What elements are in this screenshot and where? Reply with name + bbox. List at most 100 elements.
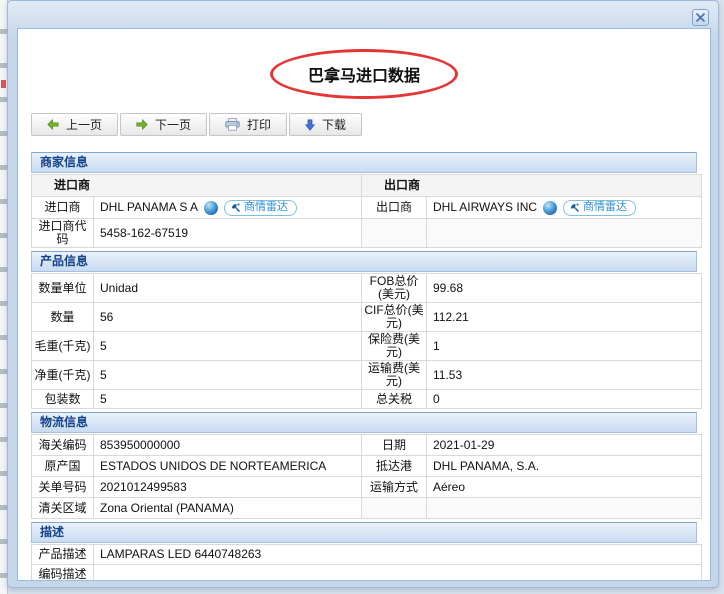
next-page-label: 下一页	[155, 116, 191, 133]
field-label: CIF总价(美元)	[362, 303, 427, 332]
satellite-dish-icon	[569, 202, 580, 213]
field-label: 数量	[32, 303, 94, 332]
field-label: 产品描述	[32, 545, 94, 565]
printer-icon	[225, 118, 240, 131]
print-button[interactable]: 打印	[209, 113, 287, 136]
table-row: 数量56CIF总价(美元)112.21	[32, 303, 702, 332]
field-value: 56	[94, 303, 362, 332]
blue-arrow-down-icon	[305, 119, 315, 131]
field-label: 抵达港	[362, 456, 427, 477]
field-value: Aéreo	[427, 477, 702, 498]
table-row: 编码描述	[32, 565, 702, 582]
download-button[interactable]: 下载	[289, 113, 362, 136]
table-row: 清关区域Zona Oriental (PANAMA)	[32, 498, 702, 519]
section-title: 描述	[31, 522, 697, 543]
field-label: 数量单位	[32, 274, 94, 303]
field-label: 总关税	[362, 390, 427, 409]
red-highlight-ellipse: 巴拿马进口数据	[270, 49, 458, 99]
company-info: DHL AIRWAYS INC 商情雷达	[433, 200, 697, 216]
next-page-button[interactable]: 下一页	[120, 113, 207, 136]
column-group-header: 进口商	[32, 175, 362, 197]
close-icon	[696, 9, 705, 27]
table-row: 关单号码2021012499583运输方式Aéreo	[32, 477, 702, 498]
globe-icon[interactable]	[204, 201, 218, 215]
section-product: 产品信息数量单位UnidadFOB总价(美元)99.68数量56CIF总价(美元…	[31, 251, 697, 409]
company-cell: DHL AIRWAYS INC 商情雷达	[427, 197, 702, 219]
section-title: 物流信息	[31, 412, 697, 433]
shangqing-radar-button[interactable]: 商情雷达	[224, 200, 297, 216]
table-row: 进口商代码5458-162-67519	[32, 219, 702, 248]
section-logistics: 物流信息海关编码853950000000日期2021-01-29原产国ESTAD…	[31, 412, 697, 519]
field-value: 112.21	[427, 303, 702, 332]
dialog-body: 巴拿马进口数据 上一页 下一页	[17, 28, 711, 581]
table-row: 包装数5总关税0	[32, 390, 702, 409]
field-label: 清关区域	[32, 498, 94, 519]
field-label: 净重(千克)	[32, 361, 94, 390]
detail-sections: 商家信息进口商出口商进口商DHL PANAMA S A商情雷达出口商DHL AI…	[31, 152, 697, 581]
table-row: 净重(千克)5运输费(美元)11.53	[32, 361, 702, 390]
section-description: 描述产品描述LAMPARAS LED 6440748263编码描述	[31, 522, 697, 581]
globe-icon[interactable]	[543, 201, 557, 215]
toolbar: 上一页 下一页 打印	[31, 113, 710, 136]
shangqing-radar-button[interactable]: 商情雷达	[563, 200, 636, 216]
field-value	[94, 565, 702, 582]
radar-button-label: 商情雷达	[244, 201, 288, 214]
field-label: 出口商	[362, 197, 427, 219]
section-merchant: 商家信息进口商出口商进口商DHL PANAMA S A商情雷达出口商DHL AI…	[31, 152, 697, 248]
green-arrow-right-icon	[136, 119, 148, 130]
field-value: 1	[427, 332, 702, 361]
field-value: LAMPARAS LED 6440748263	[94, 545, 702, 565]
import-data-dialog: 巴拿马进口数据 上一页 下一页	[7, 0, 719, 588]
field-label: 原产国	[32, 456, 94, 477]
section-title: 产品信息	[31, 251, 697, 272]
section-title: 商家信息	[31, 152, 697, 173]
field-label: 进口商	[32, 197, 94, 219]
field-value: 5458-162-67519	[94, 219, 362, 248]
empty-cell	[427, 498, 702, 519]
field-label: 日期	[362, 435, 427, 456]
prev-page-label: 上一页	[66, 116, 102, 133]
title-area: 巴拿马进口数据	[18, 49, 710, 99]
field-label: FOB总价(美元)	[362, 274, 427, 303]
download-label: 下载	[322, 116, 346, 133]
field-value: 11.53	[427, 361, 702, 390]
empty-cell	[362, 498, 427, 519]
field-label: 运输费(美元)	[362, 361, 427, 390]
radar-button-label: 商情雷达	[583, 201, 627, 214]
field-value: 0	[427, 390, 702, 409]
field-label: 关单号码	[32, 477, 94, 498]
field-label: 进口商代码	[32, 219, 94, 248]
company-info: DHL PANAMA S A 商情雷达	[100, 200, 357, 216]
field-value: 5	[94, 361, 362, 390]
table-row: 进口商出口商	[32, 175, 702, 197]
prev-page-button[interactable]: 上一页	[31, 113, 118, 136]
field-value: 2021012499583	[94, 477, 362, 498]
company-name: DHL PANAMA S A	[100, 201, 198, 214]
dialog-titlebar[interactable]	[8, 1, 718, 29]
table-row: 原产国ESTADOS UNIDOS DE NORTEAMERICA抵达港DHL …	[32, 456, 702, 477]
table-row: 进口商 DHL PANAMA S A 商情雷达 出口商 DHL AIRWAYS INC 商…	[32, 197, 702, 219]
field-label: 毛重(千克)	[32, 332, 94, 361]
empty-cell	[362, 219, 427, 248]
table-row: 数量单位UnidadFOB总价(美元)99.68	[32, 274, 702, 303]
field-value: 853950000000	[94, 435, 362, 456]
field-value: 99.68	[427, 274, 702, 303]
field-value: Zona Oriental (PANAMA)	[94, 498, 362, 519]
company-cell: DHL PANAMA S A 商情雷达	[94, 197, 362, 219]
field-value: Unidad	[94, 274, 362, 303]
background-artifact	[1, 80, 6, 88]
table-row: 产品描述LAMPARAS LED 6440748263	[32, 545, 702, 565]
empty-cell	[427, 219, 702, 248]
field-label: 保险费(美元)	[362, 332, 427, 361]
field-label: 编码描述	[32, 565, 94, 582]
field-value: DHL PANAMA, S.A.	[427, 456, 702, 477]
field-label: 海关编码	[32, 435, 94, 456]
field-value: 5	[94, 332, 362, 361]
company-name: DHL AIRWAYS INC	[433, 201, 537, 214]
field-label: 运输方式	[362, 477, 427, 498]
close-button[interactable]	[692, 9, 709, 26]
print-label: 打印	[247, 116, 271, 133]
table-row: 毛重(千克)5保险费(美元)1	[32, 332, 702, 361]
table-row: 海关编码853950000000日期2021-01-29	[32, 435, 702, 456]
field-value: 2021-01-29	[427, 435, 702, 456]
